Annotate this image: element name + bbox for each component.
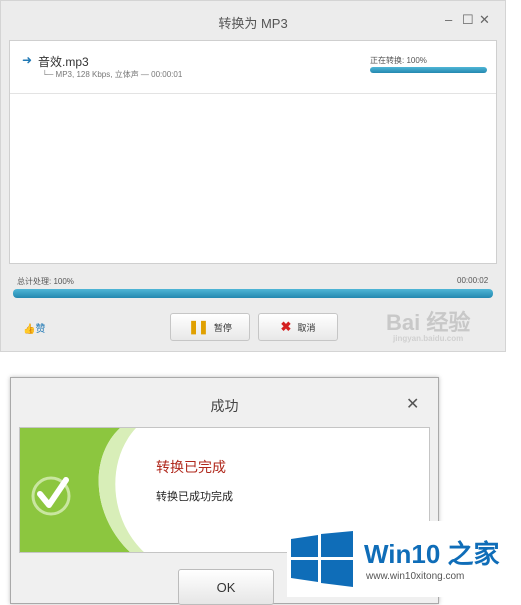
elapsed-time: 00:00:02 [457,276,489,285]
pause-button[interactable]: ❚❚ 暂停 [170,313,250,341]
file-progress-bar [370,67,487,73]
success-message: 转换已成功完成 [156,491,233,503]
baidu-watermark-url: jingyan.baidu.com [393,334,464,343]
like-label: 赞 [35,324,46,335]
total-progress-label: 总计处理: 100% [17,277,74,286]
pause-label: 暂停 [213,322,232,333]
site-watermark: Win10 之家 www.win10xitong.com [287,521,514,597]
minimize-icon[interactable]: – [445,13,452,27]
total-progress-bar [13,289,493,298]
total-progress-fill [13,289,493,298]
list-item[interactable]: ➜ 音效.mp3 └─ MP3, 128 Kbps, 立体声 — 00:00:0… [10,41,496,94]
file-list: ➜ 音效.mp3 └─ MP3, 128 Kbps, 立体声 — 00:00:0… [9,40,497,264]
title-bar: 转换为 MP3 – ☐ ✕ [1,1,505,39]
windows-logo-icon [291,531,353,587]
success-heading: 转换已完成 [156,459,226,475]
cancel-button[interactable]: ✖ 取消 [258,313,338,341]
close-icon[interactable]: ✕ [479,13,490,27]
baidu-watermark: Bai 经验 [386,310,471,335]
window-title: 转换为 MP3 [218,16,288,31]
like-button[interactable]: 👍赞 [23,320,45,335]
site-url: www.win10xitong.com [366,571,465,582]
pause-icon: ❚❚ [188,319,209,334]
ok-button[interactable]: OK [178,569,274,605]
file-status: 正在转换: 100% [370,56,427,65]
file-name: 音效.mp3 [38,55,89,69]
cancel-label: 取消 [297,322,316,333]
file-meta: └─ MP3, 128 Kbps, 立体声 — 00:00:01 [42,70,183,79]
dialog-title: 成功 [210,398,239,414]
maximize-icon[interactable]: ☐ [462,13,474,27]
cancel-x-icon: ✖ [280,319,292,334]
arrow-right-icon: ➜ [22,53,33,67]
close-icon[interactable]: ✕ [406,394,419,414]
thumbs-up-icon: 👍 [23,324,36,335]
file-progress-fill [370,67,487,73]
converter-window: 转换为 MP3 – ☐ ✕ ➜ 音效.mp3 └─ MP3, 128 Kbps,… [0,0,506,352]
site-name: Win10 之家 [364,539,500,569]
